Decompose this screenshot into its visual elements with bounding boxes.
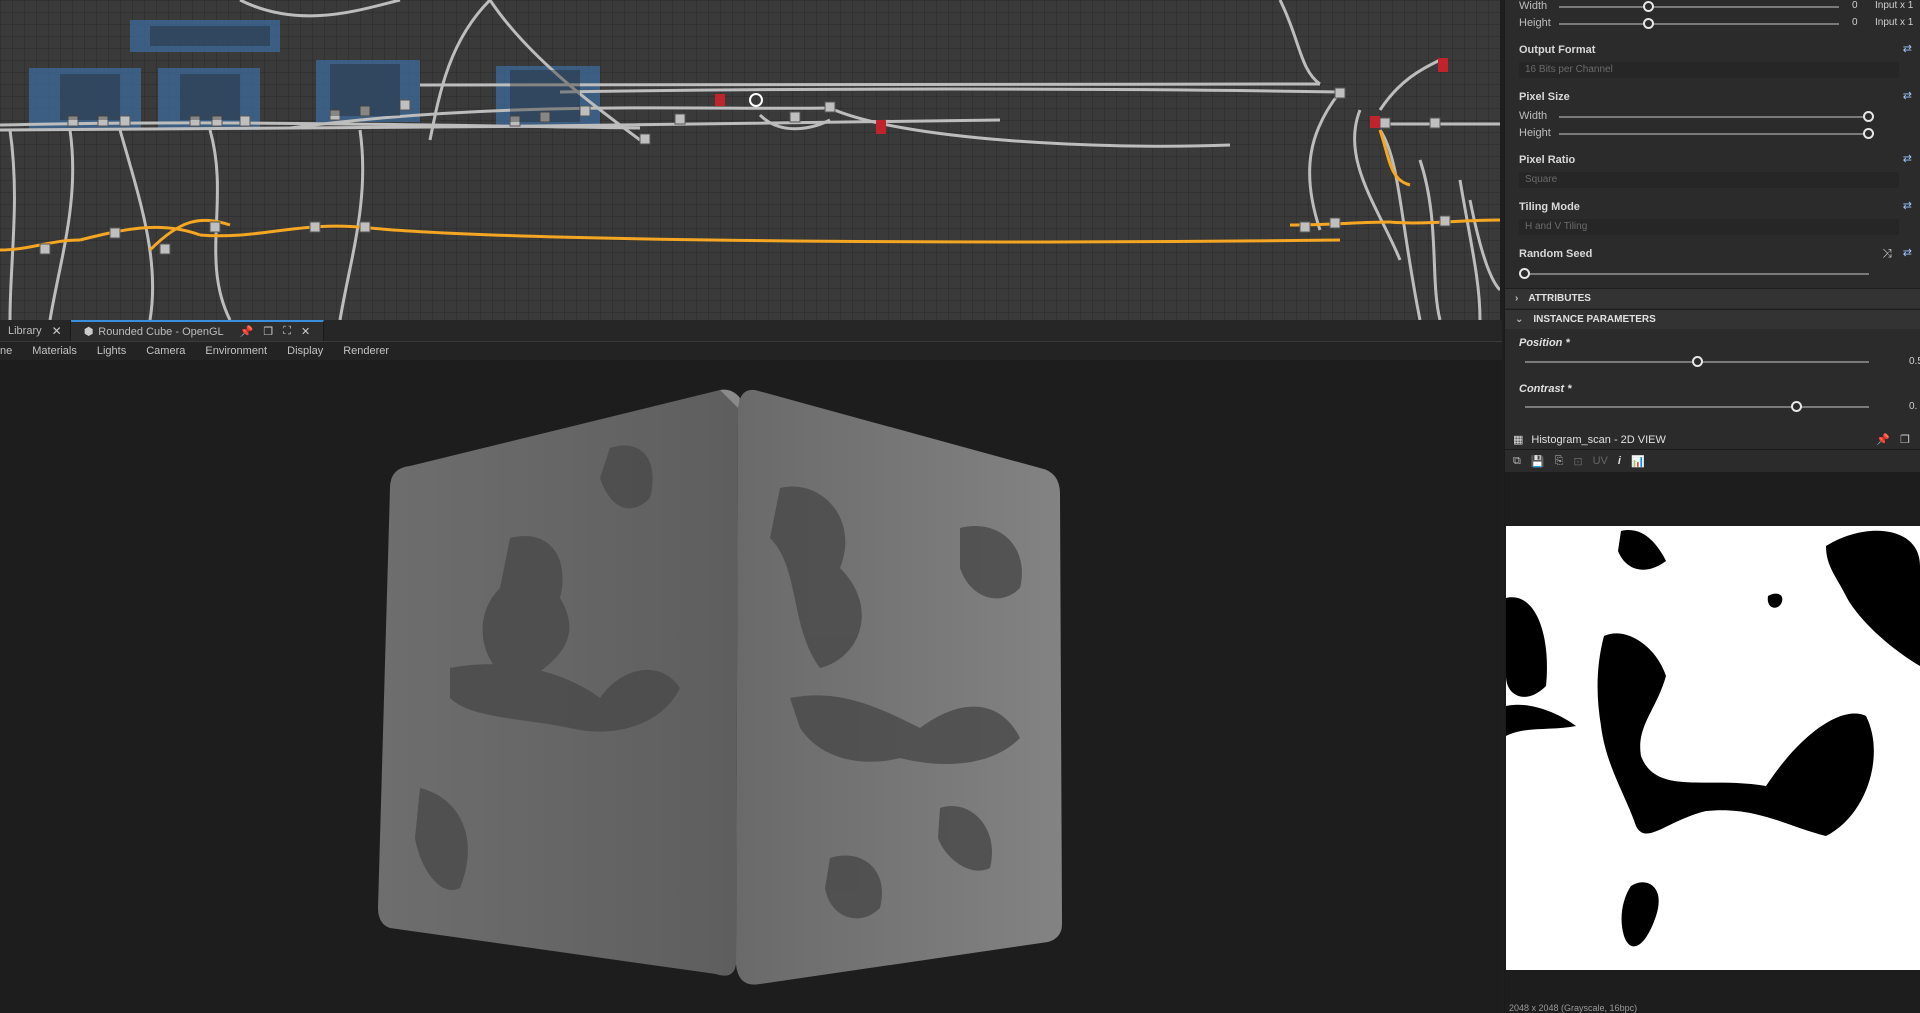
position-value: 0.5 bbox=[1909, 356, 1920, 367]
tiling-icon[interactable]: ⊡ bbox=[1573, 455, 1582, 468]
viewport-menubar: ne Materials Lights Camera Environment D… bbox=[0, 342, 1502, 360]
fit-view-icon[interactable]: ⧉ bbox=[1513, 455, 1521, 468]
float-window-icon[interactable]: ❐ bbox=[1900, 433, 1910, 446]
position-slider-knob[interactable] bbox=[1692, 356, 1703, 367]
histogram-scan-image[interactable] bbox=[1506, 526, 1920, 970]
pixel-height-label: Height bbox=[1519, 127, 1551, 139]
rounded-cube-render[interactable] bbox=[360, 368, 1080, 998]
3d-viewport-panel: Library ✕ ⬢ Rounded Cube - OpenGL 📌 ❐ ⛶ … bbox=[0, 320, 1502, 1013]
tab-rounded-cube[interactable]: ⬢ Rounded Cube - OpenGL 📌 ❐ ⛶ ✕ bbox=[70, 320, 325, 341]
tiling-mode-dropdown[interactable]: H and V Tiling bbox=[1519, 219, 1899, 235]
width-slider-track[interactable] bbox=[1559, 6, 1839, 8]
chevron-right-icon: › bbox=[1515, 293, 1519, 304]
2d-view-titlebar: ▦ Histogram_scan - 2D VIEW 📌 ❐ bbox=[1505, 430, 1920, 450]
height-value: 0 bbox=[1852, 17, 1858, 28]
section-attributes-label: ATTRIBUTES bbox=[1528, 293, 1591, 304]
tab-library[interactable]: Library ✕ bbox=[0, 320, 71, 341]
histogram-icon[interactable]: 📊 bbox=[1631, 455, 1645, 468]
checker-icon: ▦ bbox=[1513, 434, 1524, 446]
pin-icon[interactable]: 📌 bbox=[1876, 433, 1890, 446]
menu-camera[interactable]: Camera bbox=[146, 345, 185, 357]
menu-renderer[interactable]: Renderer bbox=[343, 345, 389, 357]
section-instance-label: INSTANCE PARAMETERS bbox=[1533, 314, 1656, 325]
pixel-width-slider-track[interactable] bbox=[1559, 116, 1869, 118]
chevron-down-icon: ⌄ bbox=[1515, 314, 1524, 325]
pixel-width-label: Width bbox=[1519, 110, 1548, 122]
node-graph-canvas[interactable] bbox=[0, 0, 1500, 320]
random-seed-slider-track[interactable] bbox=[1525, 273, 1869, 275]
uv-dropdown[interactable]: UV bbox=[1593, 455, 1608, 467]
link-parameter-icon[interactable]: ⇄ bbox=[1903, 246, 1912, 259]
float-window-icon[interactable]: ❐ bbox=[263, 325, 273, 338]
cube-icon: ⬢ bbox=[83, 326, 94, 338]
maximize-icon[interactable]: ⛶ bbox=[283, 325, 291, 338]
width-slider-knob[interactable] bbox=[1643, 1, 1654, 12]
link-parameter-icon[interactable]: ⇄ bbox=[1903, 199, 1912, 212]
graph-wires bbox=[0, 0, 1500, 320]
properties-panel: Width 0 Input x 1 Height 0 Input x 1 Out… bbox=[1504, 0, 1920, 430]
viewport-tabbar: Library ✕ ⬢ Rounded Cube - OpenGL 📌 ❐ ⛶ … bbox=[0, 320, 1502, 342]
width-suffix: Input x 1 bbox=[1875, 0, 1914, 11]
output-format-label: Output Format bbox=[1519, 44, 1596, 56]
pixel-ratio-dropdown[interactable]: Square bbox=[1519, 172, 1899, 188]
pixel-size-label: Pixel Size bbox=[1519, 91, 1570, 103]
close-icon[interactable]: ✕ bbox=[301, 325, 310, 338]
pixel-height-slider-knob[interactable] bbox=[1863, 128, 1874, 139]
pixel-height-slider-track[interactable] bbox=[1559, 133, 1869, 135]
2d-view-title: Histogram_scan - 2D VIEW bbox=[1531, 433, 1666, 446]
close-icon[interactable]: ✕ bbox=[52, 324, 62, 338]
tiling-mode-label: Tiling Mode bbox=[1519, 201, 1580, 213]
random-seed-slider-knob[interactable] bbox=[1519, 268, 1530, 279]
info-icon[interactable]: i bbox=[1618, 455, 1621, 467]
tab-label: Library bbox=[8, 324, 42, 337]
graph-cursor bbox=[749, 93, 763, 107]
menu-scene[interactable]: ne bbox=[0, 345, 12, 357]
pixel-ratio-label: Pixel Ratio bbox=[1519, 154, 1576, 166]
2d-view-toolbar: ⧉ 💾 ⎘ ⊡ UV i 📊 bbox=[1505, 450, 1920, 472]
link-parameter-icon[interactable]: ⇄ bbox=[1903, 152, 1912, 165]
output-format-dropdown[interactable]: 16 Bits per Channel bbox=[1519, 62, 1899, 78]
link-parameter-icon[interactable]: ⇄ bbox=[1903, 89, 1912, 102]
2d-view-panel: ▦ Histogram_scan - 2D VIEW 📌 ❐ ⧉ 💾 ⎘ ⊡ U… bbox=[1504, 430, 1920, 1013]
shuffle-icon[interactable]: ⤨ bbox=[1882, 246, 1892, 261]
position-label: Position * bbox=[1519, 337, 1570, 349]
copy-icon[interactable]: ⎘ bbox=[1555, 455, 1564, 468]
height-slider-track[interactable] bbox=[1559, 23, 1839, 25]
save-icon[interactable]: 💾 bbox=[1531, 455, 1545, 468]
width-value: 0 bbox=[1852, 0, 1858, 11]
contrast-slider-knob[interactable] bbox=[1791, 401, 1802, 412]
menu-display[interactable]: Display bbox=[287, 345, 323, 357]
height-slider-knob[interactable] bbox=[1643, 18, 1654, 29]
menu-environment[interactable]: Environment bbox=[205, 345, 267, 357]
height-suffix: Input x 1 bbox=[1875, 17, 1914, 28]
contrast-slider-track[interactable] bbox=[1525, 406, 1869, 408]
menu-materials[interactable]: Materials bbox=[32, 345, 77, 357]
menu-lights[interactable]: Lights bbox=[97, 345, 126, 357]
section-instance-parameters[interactable]: ⌄ INSTANCE PARAMETERS bbox=[1505, 309, 1920, 329]
pixel-width-slider-knob[interactable] bbox=[1863, 111, 1874, 122]
contrast-label: Contrast * bbox=[1519, 383, 1572, 395]
pin-icon[interactable]: 📌 bbox=[240, 325, 254, 338]
link-parameter-icon[interactable]: ⇄ bbox=[1903, 42, 1912, 55]
tab-label: Rounded Cube - OpenGL bbox=[98, 325, 224, 338]
2d-view-status: 2048 x 2048 (Grayscale, 16bpc) bbox=[1509, 1003, 1638, 1013]
active-wire-group bbox=[0, 129, 1500, 252]
width-label: Width bbox=[1519, 0, 1548, 12]
contrast-value: 0. bbox=[1909, 401, 1918, 412]
height-label: Height bbox=[1519, 17, 1551, 29]
section-attributes[interactable]: › ATTRIBUTES bbox=[1505, 288, 1920, 308]
random-seed-label: Random Seed bbox=[1519, 248, 1593, 260]
